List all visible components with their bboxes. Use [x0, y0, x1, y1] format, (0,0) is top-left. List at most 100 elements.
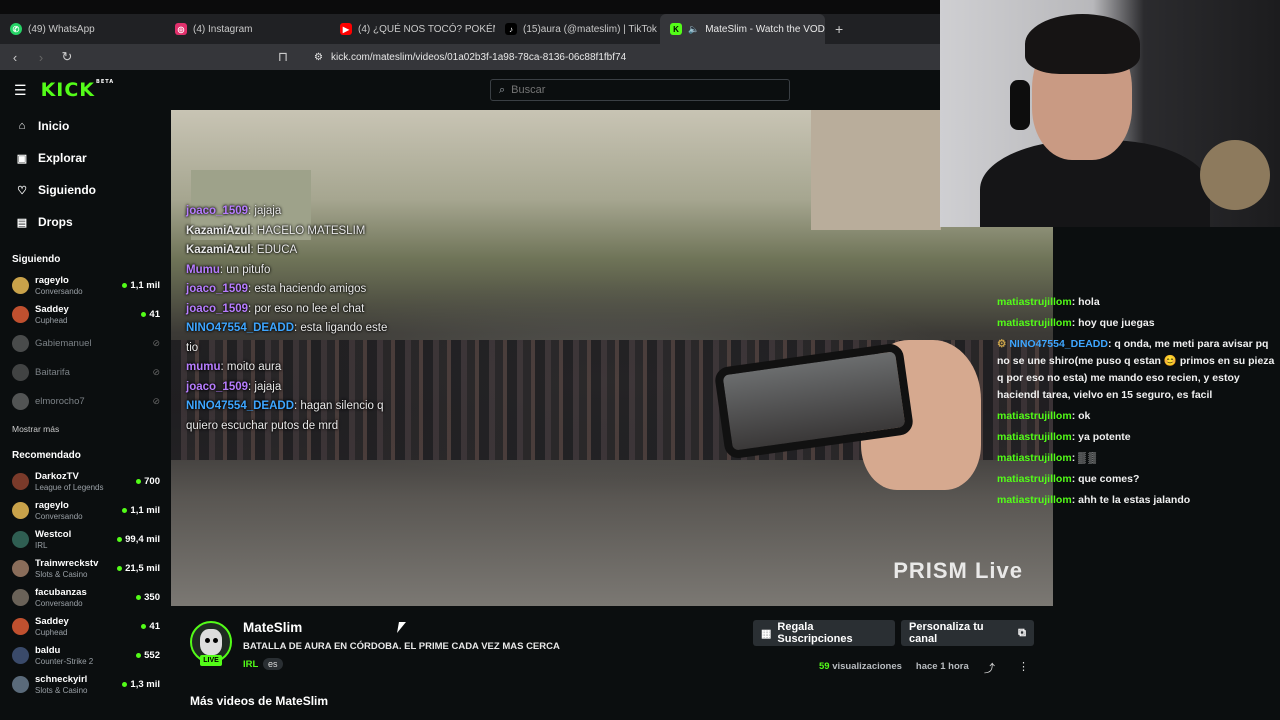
viewer-count: 41 [141, 621, 160, 632]
badge-icon: ⚙ [997, 338, 1010, 350]
following-channel[interactable]: elmorocho7 ⊘ [0, 387, 170, 416]
overlay-chat-message: joaco_1509: por eso no lee el chat [186, 302, 365, 315]
streamer-hair [1025, 14, 1140, 74]
chat-message: matiastrujillom: hola [997, 296, 1100, 308]
gift-icon: ▦ [761, 627, 772, 640]
avatar-eye [205, 638, 210, 643]
overlay-chat-message: mumu: moito aura [186, 361, 282, 373]
following-channel[interactable]: rageylo Conversando 1,1 mil [0, 271, 170, 300]
search-input[interactable] [511, 84, 762, 96]
nav-drops[interactable]: ▤ Drops [0, 206, 170, 238]
chat-message: matiastrujillom: ahh te la estas jalando [997, 494, 1191, 506]
nav-siguiendo[interactable]: ♡ Siguiendo [0, 174, 170, 206]
viewer-count: 99,4 mil [117, 534, 160, 545]
tab-kick[interactable]: K 🔈 MateSlim - Watch the VOD o ✕ [660, 14, 825, 44]
following-channel[interactable]: Baitarifa ⊘ [0, 358, 170, 387]
viewer-count: 350 [136, 592, 160, 603]
search-icon: ⌕ [499, 83, 506, 96]
show-more-link[interactable]: Mostrar más [0, 416, 170, 440]
avatar [12, 531, 29, 548]
overlay-chat-message: NINO47554_DEADD: hagan silencio q quiero… [186, 400, 384, 432]
chat-message: matiastrujillom: ok [997, 410, 1091, 422]
overlay-chat-message: joaco_1509: jajaja [186, 380, 282, 393]
customize-channel-button[interactable]: Personaliza tu canal ⧉ [901, 620, 1034, 646]
gift-subscriptions-button[interactable]: ▦ Regala Suscripciones [753, 620, 895, 646]
tab-youtube[interactable]: ▶ (4) ¿QUÉ NOS TOCÓ? POKÉMON bo [330, 14, 495, 44]
live-dot-icon [117, 537, 123, 542]
recommended-channel[interactable]: Trainwreckstv Slots & Casino 21,5 mil [0, 554, 170, 583]
language-tag[interactable]: es [263, 658, 283, 670]
bookmark-icon[interactable]: ⊓ [276, 49, 290, 65]
kick-sidebar: ☰ KICKBETA ⌂ Inicio ▣ Explorar ♡ Siguiendo … [0, 70, 170, 720]
tab-whatsapp[interactable]: ✆ (49) WhatsApp [0, 14, 165, 44]
tab-instagram[interactable]: ◎ (4) Instagram [165, 14, 330, 44]
share-icon[interactable]: ⤴ [984, 660, 995, 676]
recommended-channel[interactable]: baldu Counter-Strike 2 552 [0, 641, 170, 670]
views-label: visualizaciones [832, 661, 902, 672]
recommended-channel[interactable]: facubanzas Conversando 350 [0, 583, 170, 612]
tab-tiktok[interactable]: ♪ (15)aura (@mateslim) | TikTok [495, 14, 660, 44]
video-player[interactable]: joaco_1509: jajaja KazamiAzul: HACELO MA… [171, 110, 1053, 606]
tab-label: (4) Instagram [193, 23, 253, 35]
following-channel[interactable]: Gabiemanuel ⊘ [0, 329, 170, 358]
new-tab-button[interactable]: + [825, 14, 853, 44]
overlay-chat-message: joaco_1509: jajaja [186, 205, 282, 217]
recommended-channel[interactable]: rageylo Conversando 1,1 mil [0, 496, 170, 525]
view-count: 59 [819, 661, 830, 672]
following-channel[interactable]: Saddey Cuphead 41 [0, 300, 170, 329]
category-link[interactable]: IRL [243, 659, 258, 670]
background-building [811, 110, 941, 230]
instagram-icon: ◎ [175, 23, 187, 35]
overlay-chat-message: NINO47554_DEADD: esta ligando este tio [186, 322, 388, 354]
mouse-cursor-icon [397, 622, 406, 633]
live-dot-icon [122, 283, 128, 288]
viewer-count: 41 [141, 309, 160, 320]
address-bar: ‹ › ↻ ⊓ ⚙ kick.com/mateslim/videos/01a02… [0, 44, 940, 70]
avatar-face [200, 629, 222, 655]
viewer-count: 1,3 mil [122, 679, 160, 690]
viewer-count: 1,1 mil [122, 280, 160, 291]
speaker-icon: 🔈 [688, 23, 700, 34]
plush-toy [1200, 140, 1270, 210]
search-box[interactable]: ⌕ [490, 79, 790, 101]
nav-explorar[interactable]: ▣ Explorar [0, 142, 170, 174]
video-chat-overlay: joaco_1509: jajaja KazamiAzul: HACELO MA… [186, 202, 396, 436]
avatar-eye [213, 638, 218, 643]
webcam-overlay [940, 0, 1280, 227]
recommended-channel[interactable]: DarkozTV League of Legends 700 [0, 467, 170, 496]
avatar [12, 277, 29, 294]
url-text: kick.com/mateslim/videos/01a02b3f-1a98-7… [330, 51, 627, 63]
chat-message: ⚙ NINO47554_DEADD: q onda, me meti para … [997, 338, 1275, 401]
side-chat: matiastrujillom: hola matiastrujillom: h… [997, 292, 1280, 511]
nav-inicio[interactable]: ⌂ Inicio [0, 110, 170, 142]
reload-icon[interactable]: ↻ [60, 49, 74, 65]
overlay-chat-message: KazamiAzul: EDUCA [186, 244, 298, 256]
avatar [12, 502, 29, 519]
offline-icon: ⊘ [152, 338, 160, 348]
avatar [12, 560, 29, 577]
tab-label: (15)aura (@mateslim) | TikTok [523, 23, 657, 35]
avatar [12, 335, 29, 352]
recommended-channel[interactable]: Westcol IRL 99,4 mil [0, 525, 170, 554]
kick-icon: K [670, 23, 682, 35]
viewer-count: 700 [136, 476, 160, 487]
overlay-chat-message: Mumu: un pitufo [186, 263, 271, 276]
avatar [12, 306, 29, 323]
recommended-channel[interactable]: Saddey Cuphead 41 [0, 612, 170, 641]
url-field[interactable]: ⚙ kick.com/mateslim/videos/01a02b3f-1a98… [314, 52, 626, 63]
more-options-icon[interactable]: ⋮ [1018, 660, 1029, 673]
overlay-chat-message: KazamiAzul: HACELO MATESLIM [186, 224, 366, 237]
forward-icon[interactable]: › [34, 50, 48, 65]
back-icon[interactable]: ‹ [8, 50, 22, 65]
recommended-channel[interactable]: schneckyirl Slots & Casino 1,3 mil [0, 670, 170, 699]
menu-icon[interactable]: ☰ [14, 82, 27, 99]
channel-name[interactable]: MateSlim [243, 620, 302, 635]
live-dot-icon [141, 312, 147, 317]
viewer-count: 552 [136, 650, 160, 661]
kick-logo[interactable]: KICKBETA [41, 79, 115, 101]
external-link-icon: ⧉ [1018, 626, 1026, 639]
live-dot-icon [117, 566, 123, 571]
chat-message: matiastrujillom: ▒ ▒ [997, 452, 1096, 464]
site-info-icon[interactable]: ⚙ [314, 52, 323, 63]
viewer-count: 1,1 mil [122, 505, 160, 516]
